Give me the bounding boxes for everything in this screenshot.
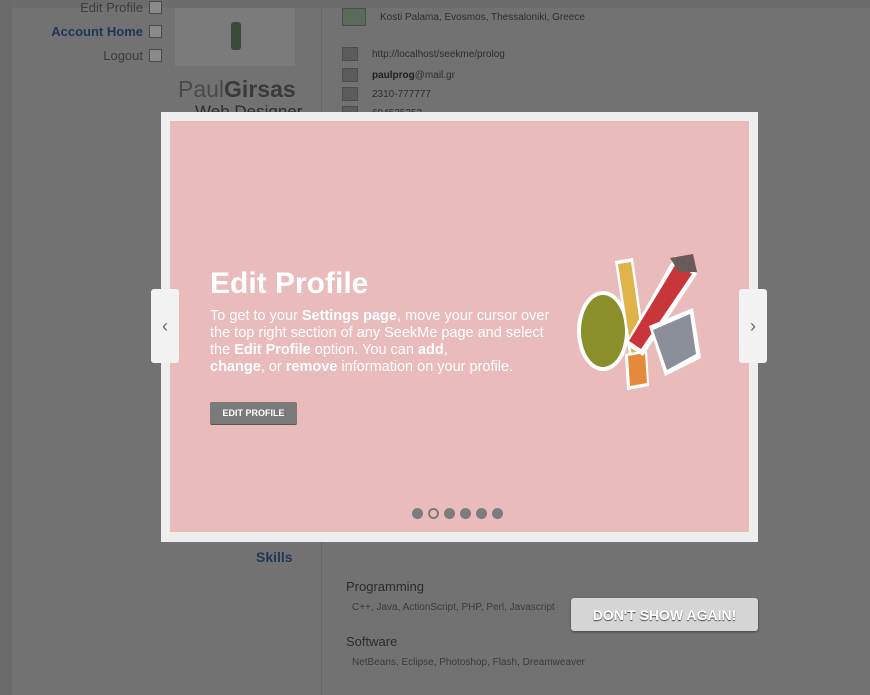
programming-label: Programming [346,579,425,594]
phone-text: 2310-777777 [372,88,431,100]
sidebar-item-label: Account Home [51,24,143,39]
map-icon [342,8,366,26]
user-icon [342,47,358,61]
email-text[interactable]: paulprog@mail.gr [372,70,455,81]
avatar [175,8,295,66]
sidebar-item-logout[interactable]: Logout [103,48,162,63]
next-slide-button[interactable]: › [739,289,767,363]
sidebar-item-label: Logout [103,48,143,63]
slide-pagination [412,508,503,519]
first-name: Paul [178,76,225,102]
page-left-strip [0,0,12,695]
prev-slide-button[interactable]: ‹ [151,289,179,363]
pencils-illustration [577,254,701,390]
slide: Edit Profile To get to your Settings pag… [170,121,749,532]
logout-icon [149,49,162,62]
address-row: Kosti Palama, Evosmos, Thessaloniki, Gre… [342,8,585,26]
dont-show-again-button[interactable]: DON'T SHOW AGAIN! [571,598,758,631]
skills-heading: Skills [256,549,293,565]
slide-description: To get to your Settings page, move your … [210,308,550,375]
home-icon [149,25,162,38]
pagination-dot[interactable] [412,508,423,519]
software-label: Software [346,634,398,649]
email-row: paulprog@mail.gr [342,68,455,82]
website-link[interactable]: http://localhost/seekme/prolog [372,49,505,60]
slide-title: Edit Profile [210,267,369,300]
email-domain: @mail.gr [414,69,455,81]
pagination-dot[interactable] [460,508,471,519]
edit-icon [149,1,162,14]
software-value: NetBeans, Eclipse, Photoshop, Flash, Dre… [352,657,585,668]
pagination-dot[interactable] [444,508,455,519]
profile-name: PaulGirsas [178,76,296,103]
website-row: http://localhost/seekme/prolog [342,47,505,61]
address-text: Kosti Palama, Evosmos, Thessaloniki, Gre… [380,11,585,23]
edit-profile-button[interactable]: EDIT PROFILE [210,402,297,424]
chevron-right-icon: › [750,315,756,336]
sidebar-item-edit-profile[interactable]: Edit Profile [80,0,162,15]
mail-icon [342,68,358,82]
pagination-dot[interactable] [476,508,487,519]
sidebar-item-label: Edit Profile [80,0,143,15]
pagination-dot[interactable] [492,508,503,519]
phone-icon [342,87,358,101]
onboarding-modal: Edit Profile To get to your Settings pag… [161,112,758,542]
programming-value: C++, Java, ActionScript, PHP, Perl, Java… [352,602,555,613]
last-name: Girsas [224,76,296,102]
sidebar-item-account-home[interactable]: Account Home [51,24,162,39]
phone-row: 2310-777777 [342,87,431,101]
avatar-art [231,22,241,50]
email-user: paulprog [372,69,415,81]
pagination-dot[interactable] [428,508,439,519]
chevron-left-icon: ‹ [162,315,168,336]
